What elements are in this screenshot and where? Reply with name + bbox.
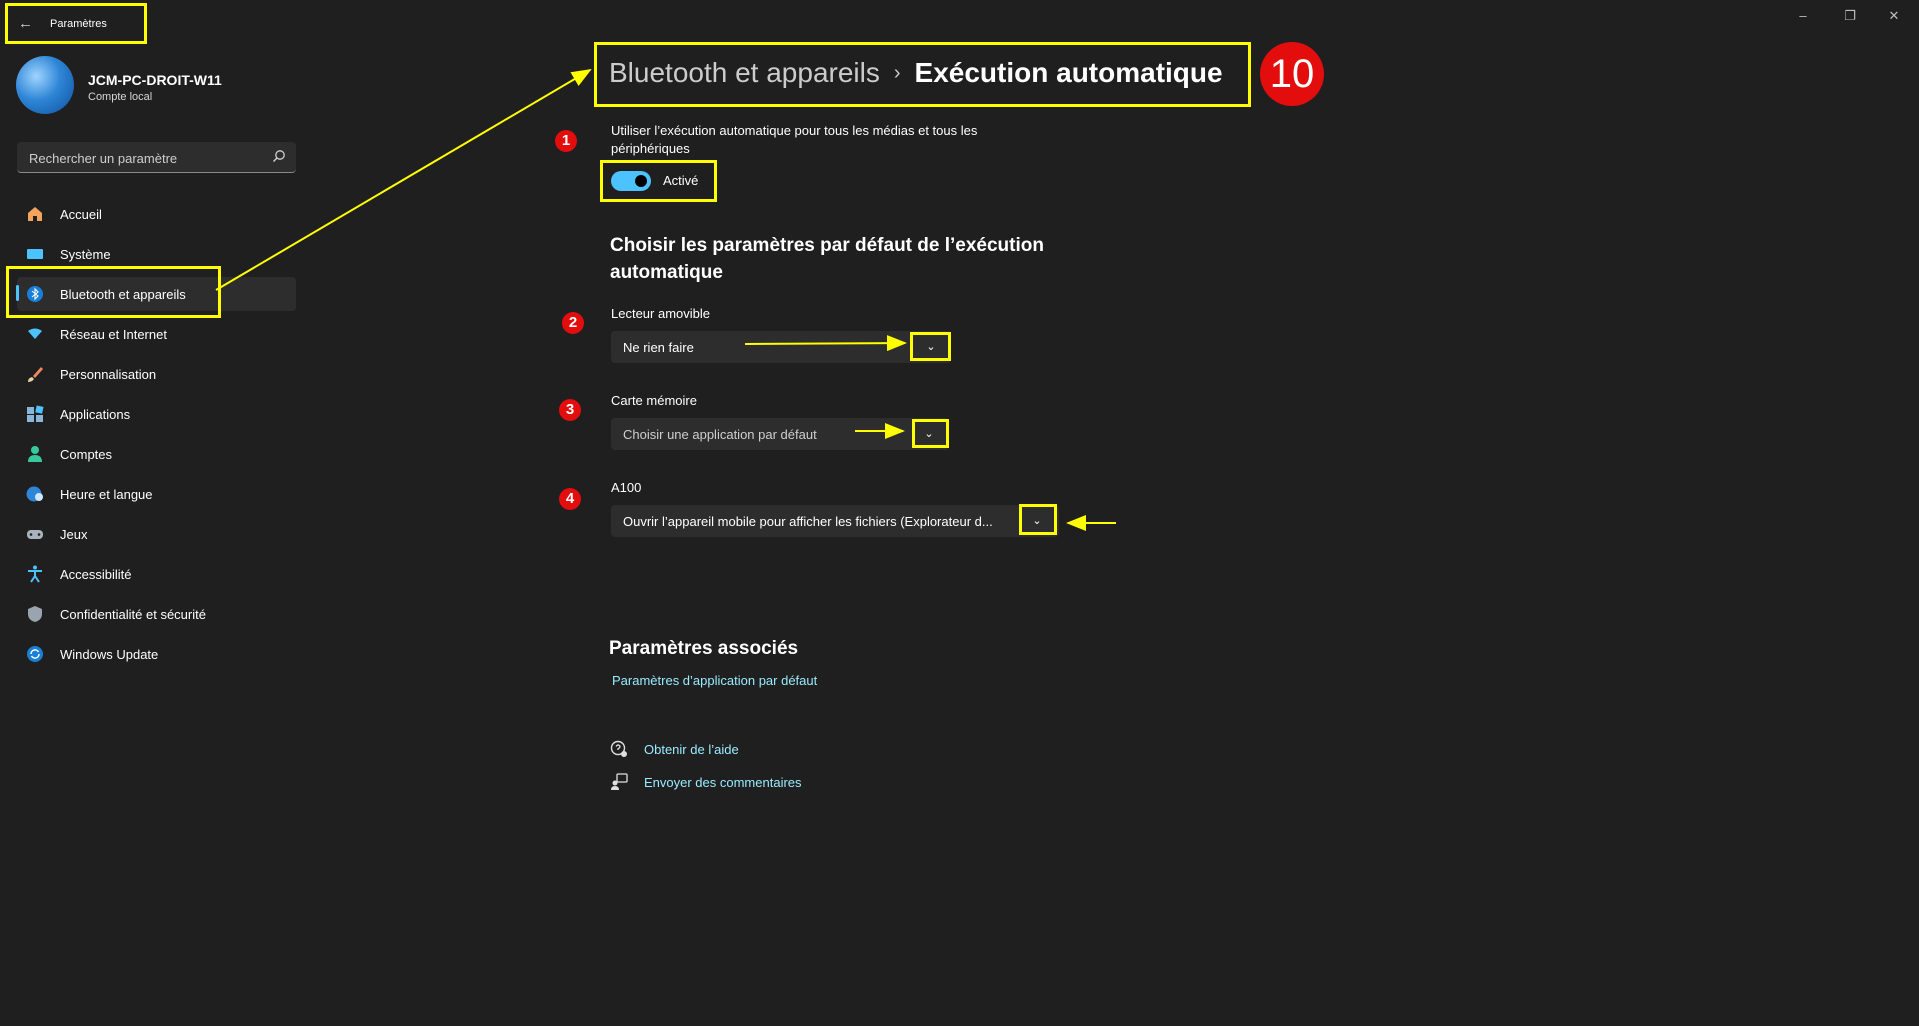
sidebar-item-label: Confidentialité et sécurité [60, 607, 206, 622]
sidebar-item-label: Réseau et Internet [60, 327, 167, 342]
sidebar-item-confidentialite[interactable]: Confidentialité et sécurité [17, 597, 296, 631]
gamepad-icon [27, 530, 43, 539]
sidebar-item-comptes[interactable]: Comptes [17, 437, 296, 471]
send-feedback-link[interactable]: Envoyer des commentaires [644, 775, 802, 790]
sidebar-item-label: Comptes [60, 447, 113, 462]
memory-card-label: Carte mémoire [611, 393, 697, 408]
breadcrumb-separator: › [893, 62, 901, 84]
device-a100-label: A100 [611, 480, 642, 495]
sidebar-item-personnalisation[interactable]: Personnalisation [17, 357, 296, 391]
apps-icon [27, 405, 44, 422]
search-icon[interactable] [272, 149, 286, 163]
sidebar-item-label: Système [60, 247, 111, 262]
get-help-link[interactable]: Obtenir de l’aide [644, 742, 739, 757]
maximize-button[interactable]: ❐ [1840, 8, 1860, 24]
sidebar-item-systeme[interactable]: Système [17, 237, 296, 271]
sidebar-item-jeux[interactable]: Jeux [17, 517, 296, 551]
avatar[interactable] [16, 56, 74, 114]
sidebar-item-label: Jeux [60, 527, 88, 542]
sidebar-item-label: Accessibilité [60, 567, 132, 582]
breadcrumb-parent-link[interactable]: Bluetooth et appareils [609, 57, 880, 88]
memory-card-value: Choisir une application par défaut [623, 427, 817, 442]
default-apps-link[interactable]: Paramètres d’application par défaut [612, 673, 817, 688]
sidebar-item-label: Personnalisation [60, 367, 157, 382]
selection-indicator [16, 285, 19, 301]
page-title: Exécution automatique [914, 57, 1223, 88]
sidebar-item-label: Accueil [60, 207, 102, 222]
sidebar-item-heure-langue[interactable]: Heure et langue [17, 477, 296, 511]
sidebar-item-applications[interactable]: Applications [17, 397, 296, 431]
chevron-down-icon[interactable]: ⌄ [1029, 513, 1045, 529]
step-badge-3: 3 [559, 399, 581, 421]
sidebar-item-windows-update[interactable]: Windows Update [17, 637, 296, 671]
removable-drive-value: Ne rien faire [623, 340, 694, 355]
sidebar-item-accessibilite[interactable]: Accessibilité [17, 557, 296, 591]
profile-account-type: Compte local [88, 91, 153, 103]
accessibility-icon [28, 565, 42, 583]
removable-drive-dropdown[interactable]: Ne rien faire ⌄ [611, 331, 951, 363]
chevron-down-icon[interactable]: ⌄ [923, 339, 939, 355]
bluetooth-icon [27, 286, 43, 302]
wifi-icon [28, 328, 42, 339]
chevron-down-icon[interactable]: ⌄ [921, 426, 937, 442]
autoplay-description: Utiliser l’exécution automatique pour to… [611, 123, 978, 156]
removable-drive-label: Lecteur amovible [611, 306, 710, 321]
search-box[interactable] [17, 142, 296, 174]
step-badge-10: 10 [1260, 42, 1324, 106]
update-icon [27, 646, 43, 662]
help-icon [610, 740, 627, 757]
sidebar-item-label: Windows Update [60, 647, 159, 662]
autoplay-toggle[interactable] [611, 171, 651, 191]
clock-globe-icon [26, 486, 43, 502]
related-settings-heading: Paramètres associés [609, 638, 799, 659]
brush-icon [28, 367, 43, 382]
home-icon [28, 207, 42, 221]
autoplay-toggle-state: Activé [663, 173, 699, 188]
search-input[interactable] [27, 142, 271, 174]
minimize-button[interactable]: – [1793, 8, 1813, 23]
person-icon [28, 446, 42, 462]
defaults-heading: Choisir les paramètres par défaut de l’e… [610, 235, 1044, 283]
sidebar-item-bluetooth[interactable]: Bluetooth et appareils [17, 277, 296, 311]
step-badge-1: 1 [555, 130, 577, 152]
sidebar-item-reseau[interactable]: Réseau et Internet [17, 317, 296, 351]
system-icon [27, 249, 43, 259]
step-badge-4: 4 [559, 488, 581, 510]
feedback-icon [611, 773, 628, 790]
shield-icon [28, 606, 42, 622]
sidebar-item-label: Applications [60, 407, 131, 422]
device-a100-value: Ouvrir l’appareil mobile pour afficher l… [623, 514, 993, 529]
device-a100-dropdown[interactable]: Ouvrir l’appareil mobile pour afficher l… [611, 505, 1059, 537]
profile-name: JCM-PC-DROIT-W11 [88, 72, 222, 88]
step-badge-2: 2 [562, 312, 584, 334]
memory-card-dropdown[interactable]: Choisir une application par défaut ⌄ [611, 418, 949, 450]
app-title: Paramètres [50, 18, 107, 30]
sidebar-item-accueil[interactable]: Accueil [17, 197, 296, 231]
sidebar-item-label: Bluetooth et appareils [60, 287, 186, 302]
breadcrumb: Bluetooth et appareils › Exécution automat… [609, 57, 1223, 89]
close-button[interactable]: ✕ [1884, 8, 1904, 24]
back-button[interactable]: ← [18, 16, 34, 32]
toggle-knob [635, 175, 647, 187]
sidebar-item-label: Heure et langue [60, 487, 153, 502]
